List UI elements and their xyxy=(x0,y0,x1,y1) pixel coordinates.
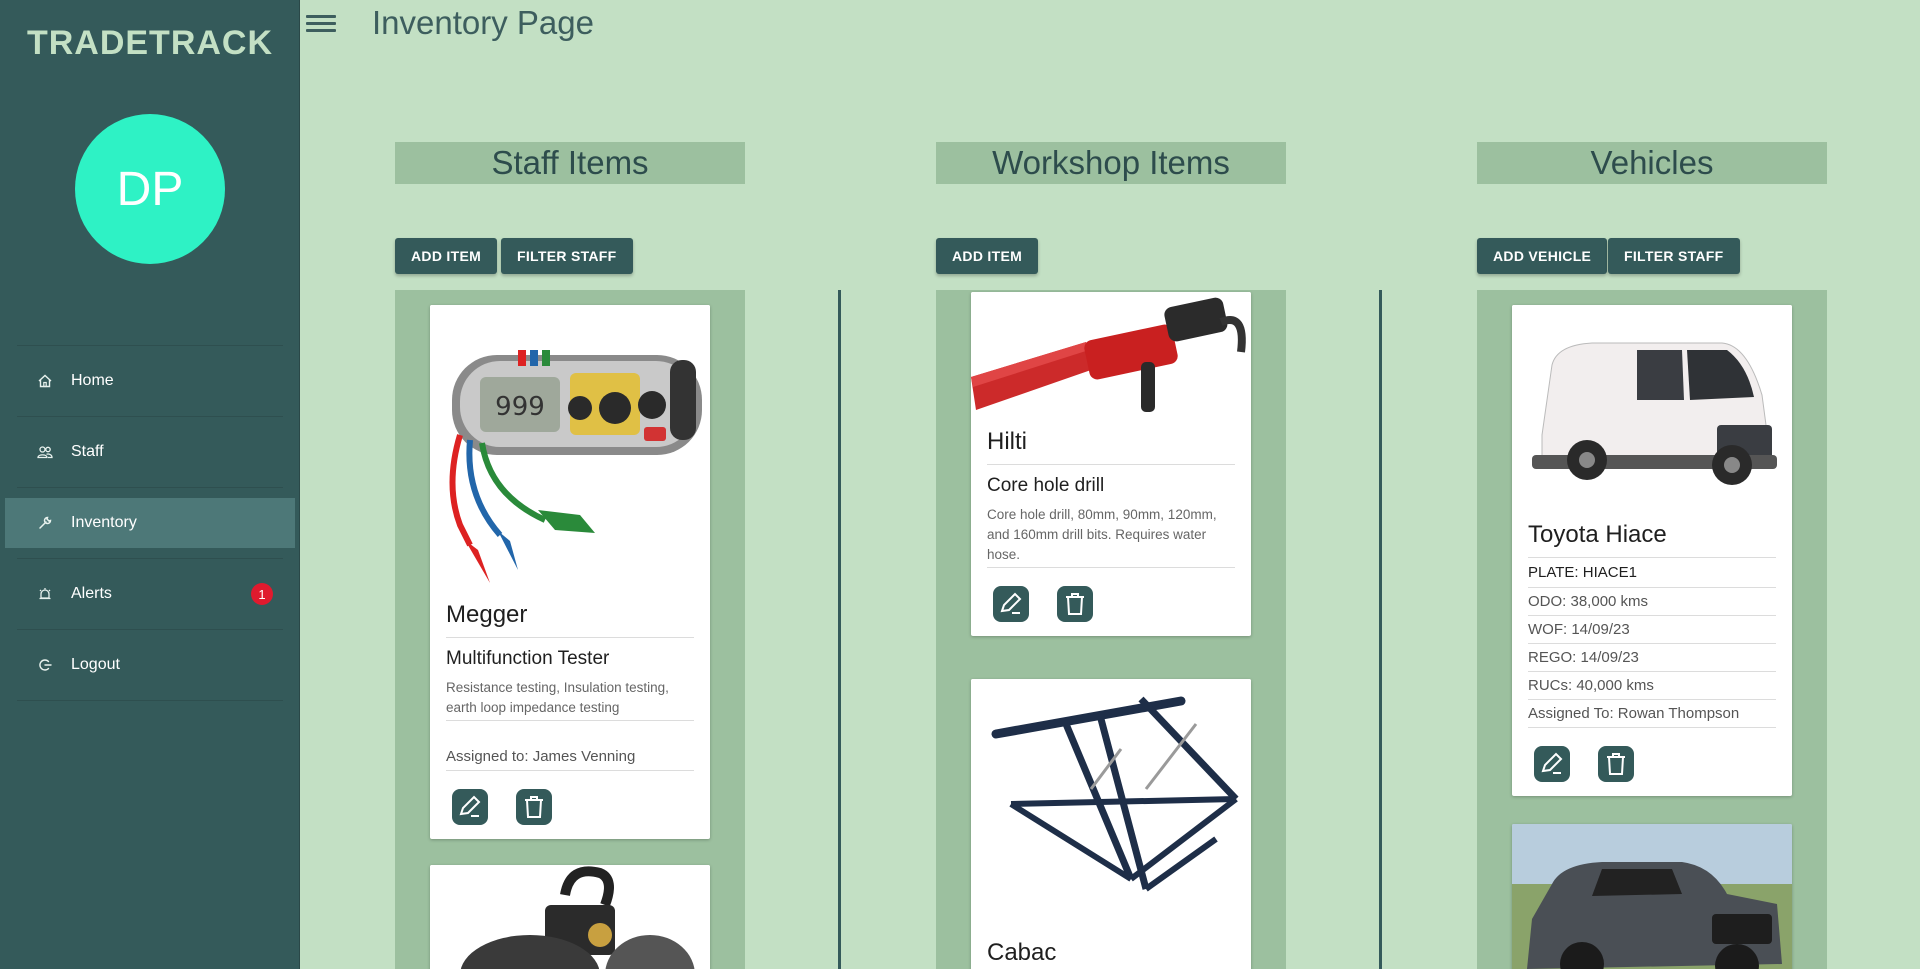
vehicle-odo: ODO: 38,000 kms xyxy=(1528,588,1776,616)
edit-icon[interactable] xyxy=(452,789,488,825)
filter-staff-vehicles-button[interactable]: FILTER STAFF xyxy=(1608,238,1740,274)
divider xyxy=(17,416,283,417)
workshop-items-header: Workshop Items xyxy=(936,142,1286,184)
vehicles-header: Vehicles xyxy=(1477,142,1827,184)
pipe-stand-image xyxy=(971,679,1251,933)
item-assigned: Assigned to: James Venning xyxy=(446,743,694,771)
sidebar-item-label: Home xyxy=(71,372,114,389)
vehicle-card: Toyota Hiace PLATE: HIACE1 ODO: 38,000 k… xyxy=(1512,305,1792,796)
item-card: Hilti Core hole drill Core hole drill, 8… xyxy=(971,292,1251,636)
sidebar-item-staff[interactable]: Staff xyxy=(5,427,295,477)
item-description: Core hole drill, 80mm, 90mm, 120mm, and … xyxy=(987,505,1235,568)
people-icon xyxy=(35,445,55,459)
sidebar-item-inventory[interactable]: Inventory xyxy=(5,498,295,548)
divider xyxy=(17,629,283,630)
vehicle-plate: PLATE: HIACE1 xyxy=(1528,558,1776,588)
sidebar-item-alerts[interactable]: Alerts 1 xyxy=(5,569,295,619)
staff-items-header: Staff Items xyxy=(395,142,745,184)
edit-icon[interactable] xyxy=(993,586,1029,622)
menu-icon[interactable] xyxy=(306,12,336,36)
item-brand: Megger xyxy=(446,595,694,638)
wrench-icon xyxy=(35,516,55,530)
add-staff-item-button[interactable]: ADD ITEM xyxy=(395,238,498,274)
item-card: Cabac xyxy=(971,679,1251,969)
column-divider xyxy=(1379,290,1382,969)
vehicle-name: Toyota Hiace xyxy=(1528,515,1776,558)
delete-icon[interactable] xyxy=(516,789,552,825)
add-workshop-item-button[interactable]: ADD ITEM xyxy=(936,238,1039,274)
logout-icon xyxy=(35,658,55,672)
vacuum-pump-image xyxy=(430,865,710,969)
divider xyxy=(17,345,283,346)
column-divider xyxy=(838,290,841,969)
delete-icon[interactable] xyxy=(1598,746,1634,782)
vehicle-rucs: RUCs: 40,000 kms xyxy=(1528,672,1776,700)
edit-icon[interactable] xyxy=(1534,746,1570,782)
filter-staff-button[interactable]: FILTER STAFF xyxy=(501,238,633,274)
vehicle-wof: WOF: 14/09/23 xyxy=(1528,616,1776,644)
sidebar-item-home[interactable]: Home xyxy=(5,356,295,406)
sidebar-item-label: Logout xyxy=(71,656,120,673)
divider xyxy=(17,487,283,488)
vehicle-assigned: Assigned To: Rowan Thompson xyxy=(1528,700,1776,728)
sidebar-item-label: Inventory xyxy=(71,514,137,531)
core-drill-image xyxy=(971,292,1251,422)
multifunction-tester-image: 999 xyxy=(430,305,710,595)
item-name: Core hole drill xyxy=(987,475,1105,496)
vehicle-rego: REGO: 14/09/23 xyxy=(1528,644,1776,672)
divider xyxy=(17,700,283,701)
alarm-icon xyxy=(35,587,55,601)
toyota-hiace-image xyxy=(1512,305,1792,515)
workshop-items-panel: Hilti Core hole drill Core hole drill, 8… xyxy=(936,290,1286,969)
delete-icon[interactable] xyxy=(1057,586,1093,622)
home-icon xyxy=(35,374,55,388)
toyota-hilux-image xyxy=(1512,824,1792,969)
add-vehicle-button[interactable]: ADD VEHICLE xyxy=(1477,238,1608,274)
svg-text:999: 999 xyxy=(495,392,545,422)
item-name: Multifunction Tester xyxy=(446,648,610,669)
sidebar-nav: Home Staff Inventory Alerts 1 Logout xyxy=(5,345,295,701)
vehicles-panel: Toyota Hiace PLATE: HIACE1 ODO: 38,000 k… xyxy=(1477,290,1827,969)
staff-items-panel: 999 Megger Multifunction Tester Resistan… xyxy=(395,290,745,969)
brand-logo: TRADETRACK xyxy=(26,24,274,62)
alert-count-badge: 1 xyxy=(251,583,273,605)
sidebar: TRADETRACK DP Home Staff Inventory Alert… xyxy=(0,0,300,969)
sidebar-item-label: Alerts xyxy=(71,585,112,602)
divider xyxy=(17,558,283,559)
item-brand: Cabac xyxy=(987,933,1235,969)
avatar[interactable]: DP xyxy=(75,114,225,264)
item-card xyxy=(430,865,710,969)
item-brand: Hilti xyxy=(987,422,1235,465)
item-card: 999 Megger Multifunction Tester Resistan… xyxy=(430,305,710,839)
page-title: Inventory Page xyxy=(372,4,594,41)
item-description: Resistance testing, Insulation testing, … xyxy=(446,678,694,721)
sidebar-item-label: Staff xyxy=(71,443,104,460)
vehicle-card xyxy=(1512,824,1792,969)
sidebar-item-logout[interactable]: Logout xyxy=(5,640,295,690)
